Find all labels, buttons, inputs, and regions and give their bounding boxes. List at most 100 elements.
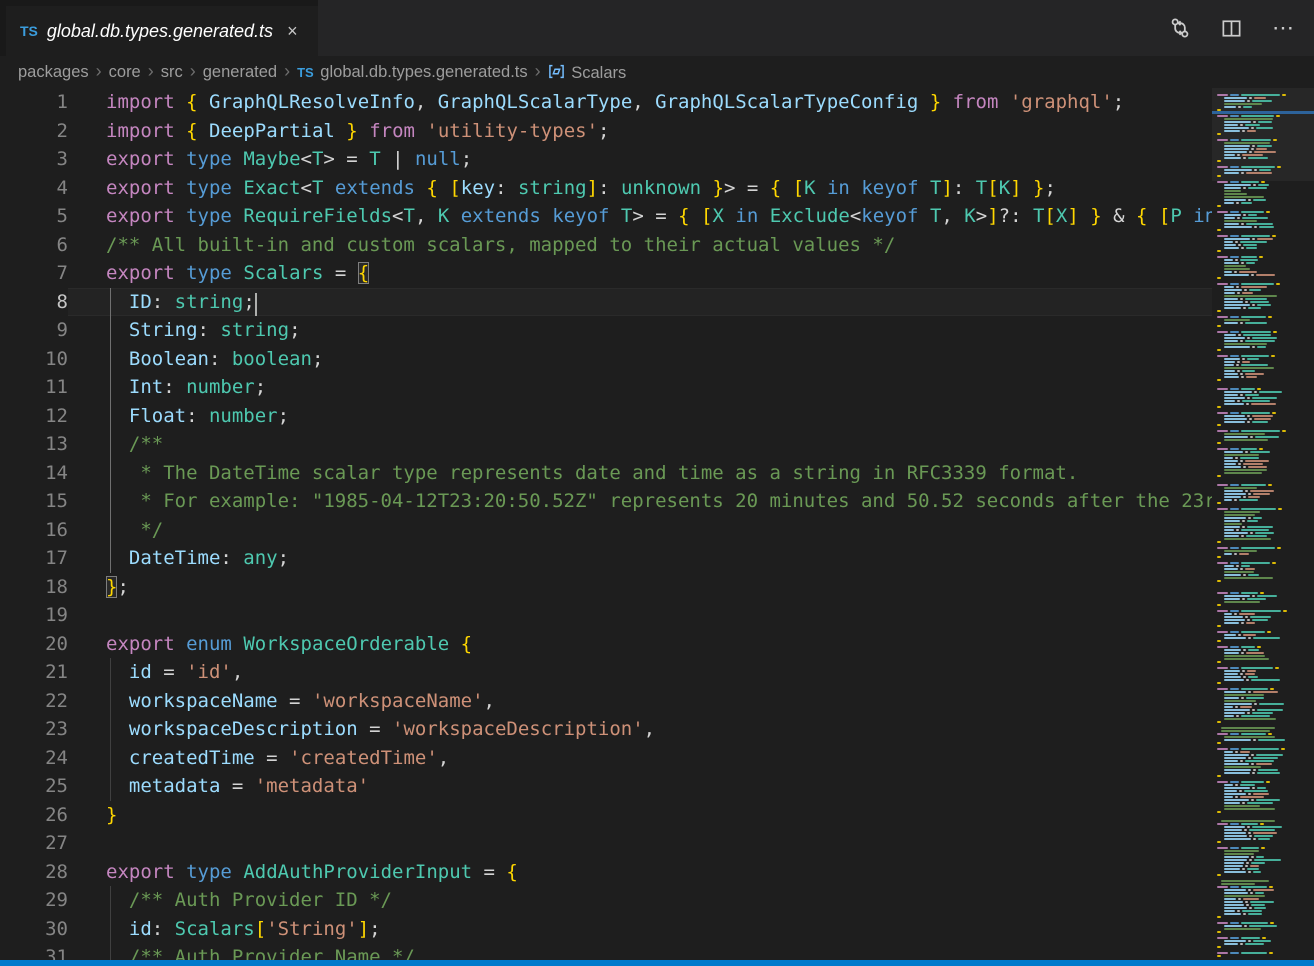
code-line[interactable]: 31 /** Auth Provider Name */ <box>0 943 1314 960</box>
line-number[interactable]: 16 <box>0 516 68 545</box>
line-number[interactable]: 4 <box>0 174 68 203</box>
line-number[interactable]: 2 <box>0 117 68 146</box>
breadcrumb-item-file[interactable]: TS global.db.types.generated.ts <box>297 63 528 82</box>
code-text[interactable]: export type Maybe<T> = T | null; <box>68 145 1314 174</box>
line-number[interactable]: 25 <box>0 772 68 801</box>
line-number[interactable]: 13 <box>0 430 68 459</box>
code-text[interactable]: /** Auth Provider Name */ <box>68 943 1314 960</box>
code-line[interactable]: 15 * For example: "1985-04-12T23:20:50.5… <box>0 487 1314 516</box>
line-number[interactable]: 26 <box>0 801 68 830</box>
code-line[interactable]: 20export enum WorkspaceOrderable { <box>0 630 1314 659</box>
code-line[interactable]: 9 String: string; <box>0 316 1314 345</box>
line-number[interactable]: 10 <box>0 345 68 374</box>
line-number[interactable]: 8 <box>0 288 68 317</box>
code-line[interactable]: 14 * The DateTime scalar type represents… <box>0 459 1314 488</box>
code-text[interactable]: import { DeepPartial } from 'utility-typ… <box>68 117 1314 146</box>
code-line[interactable]: 19 <box>0 601 1314 630</box>
line-number[interactable]: 30 <box>0 915 68 944</box>
code-text[interactable]: workspaceDescription = 'workspaceDescrip… <box>68 715 1314 744</box>
line-number[interactable]: 11 <box>0 373 68 402</box>
code-line[interactable]: 12 Float: number; <box>0 402 1314 431</box>
line-number[interactable]: 5 <box>0 202 68 231</box>
code-line[interactable]: 28export type AddAuthProviderInput = { <box>0 858 1314 887</box>
line-number[interactable]: 9 <box>0 316 68 345</box>
code-line[interactable]: 4export type Exact<T extends { [key: str… <box>0 174 1314 203</box>
breadcrumb-item-core[interactable]: core <box>109 63 141 82</box>
line-number[interactable]: 28 <box>0 858 68 887</box>
code-line[interactable]: 3export type Maybe<T> = T | null; <box>0 145 1314 174</box>
line-number[interactable]: 31 <box>0 943 68 960</box>
code-line[interactable]: 22 workspaceName = 'workspaceName', <box>0 687 1314 716</box>
code-line[interactable]: 21 id = 'id', <box>0 658 1314 687</box>
close-icon[interactable]: × <box>287 22 298 40</box>
code-text[interactable]: String: string; <box>68 316 1314 345</box>
code-line[interactable]: 6/** All built-in and custom scalars, ma… <box>0 231 1314 260</box>
line-number[interactable]: 7 <box>0 259 68 288</box>
code-line[interactable]: 17 DateTime: any; <box>0 544 1314 573</box>
code-text[interactable]: Int: number; <box>68 373 1314 402</box>
code-line[interactable]: 27 <box>0 829 1314 858</box>
code-line[interactable]: 30 id: Scalars['String']; <box>0 915 1314 944</box>
line-number[interactable]: 24 <box>0 744 68 773</box>
line-number[interactable]: 23 <box>0 715 68 744</box>
code-line[interactable]: 13 /** <box>0 430 1314 459</box>
code-line[interactable]: 18}; <box>0 573 1314 602</box>
code-text[interactable]: export type RequireFields<T, K extends k… <box>68 202 1314 231</box>
line-number[interactable]: 6 <box>0 231 68 260</box>
code-line[interactable]: 26} <box>0 801 1314 830</box>
code-line[interactable]: 10 Boolean: boolean; <box>0 345 1314 374</box>
line-number[interactable]: 21 <box>0 658 68 687</box>
code-text[interactable]: Boolean: boolean; <box>68 345 1314 374</box>
code-text[interactable] <box>68 601 1314 630</box>
code-text[interactable]: DateTime: any; <box>68 544 1314 573</box>
code-text[interactable]: * For example: "1985-04-12T23:20:50.52Z"… <box>68 487 1314 516</box>
editor-tab[interactable]: TS global.db.types.generated.ts × <box>0 0 318 56</box>
code-line[interactable]: 8 ID: string; <box>0 288 1314 317</box>
line-number[interactable]: 15 <box>0 487 68 516</box>
code-text[interactable]: Float: number; <box>68 402 1314 431</box>
code-text[interactable]: workspaceName = 'workspaceName', <box>68 687 1314 716</box>
code-text[interactable]: /** <box>68 430 1314 459</box>
line-number[interactable]: 14 <box>0 459 68 488</box>
code-line[interactable]: 24 createdTime = 'createdTime', <box>0 744 1314 773</box>
code-text[interactable]: export type AddAuthProviderInput = { <box>68 858 1314 887</box>
code-line[interactable]: 25 metadata = 'metadata' <box>0 772 1314 801</box>
code-line[interactable]: 7export type Scalars = { <box>0 259 1314 288</box>
code-text[interactable]: id: Scalars['String']; <box>68 915 1314 944</box>
code-text[interactable]: export type Exact<T extends { [key: stri… <box>68 174 1314 203</box>
minimap[interactable] <box>1212 88 1314 960</box>
code-line[interactable]: 23 workspaceDescription = 'workspaceDesc… <box>0 715 1314 744</box>
line-number[interactable]: 12 <box>0 402 68 431</box>
breadcrumb-item-src[interactable]: src <box>161 63 183 82</box>
split-editor-button[interactable] <box>1221 18 1242 39</box>
code-text[interactable]: /** Auth Provider ID */ <box>68 886 1314 915</box>
line-number[interactable]: 1 <box>0 88 68 117</box>
code-text[interactable]: ID: string; <box>68 288 1314 317</box>
code-text[interactable]: createdTime = 'createdTime', <box>68 744 1314 773</box>
code-text[interactable]: import { GraphQLResolveInfo, GraphQLScal… <box>68 88 1314 117</box>
breadcrumb-item-packages[interactable]: packages <box>18 63 89 82</box>
line-number[interactable]: 20 <box>0 630 68 659</box>
code-text[interactable]: */ <box>68 516 1314 545</box>
breadcrumb-item-symbol[interactable]: Scalars <box>548 61 627 83</box>
code-text[interactable]: } <box>68 801 1314 830</box>
code-line[interactable]: 11 Int: number; <box>0 373 1314 402</box>
line-number[interactable]: 19 <box>0 601 68 630</box>
code-text[interactable]: export enum WorkspaceOrderable { <box>68 630 1314 659</box>
code-text[interactable]: id = 'id', <box>68 658 1314 687</box>
code-line[interactable]: 2import { DeepPartial } from 'utility-ty… <box>0 117 1314 146</box>
code-text[interactable]: /** All built-in and custom scalars, map… <box>68 231 1314 260</box>
more-actions-button[interactable]: ⋯ <box>1272 17 1296 39</box>
code-line[interactable]: 5export type RequireFields<T, K extends … <box>0 202 1314 231</box>
code-text[interactable]: }; <box>68 573 1314 602</box>
line-number[interactable]: 18 <box>0 573 68 602</box>
breadcrumb-item-generated[interactable]: generated <box>203 63 277 82</box>
line-number[interactable]: 3 <box>0 145 68 174</box>
code-line[interactable]: 16 */ <box>0 516 1314 545</box>
code-line[interactable]: 1import { GraphQLResolveInfo, GraphQLSca… <box>0 88 1314 117</box>
line-number[interactable]: 17 <box>0 544 68 573</box>
line-number[interactable]: 27 <box>0 829 68 858</box>
code-text[interactable]: * The DateTime scalar type represents da… <box>68 459 1314 488</box>
code-text[interactable] <box>68 829 1314 858</box>
code-line[interactable]: 29 /** Auth Provider ID */ <box>0 886 1314 915</box>
